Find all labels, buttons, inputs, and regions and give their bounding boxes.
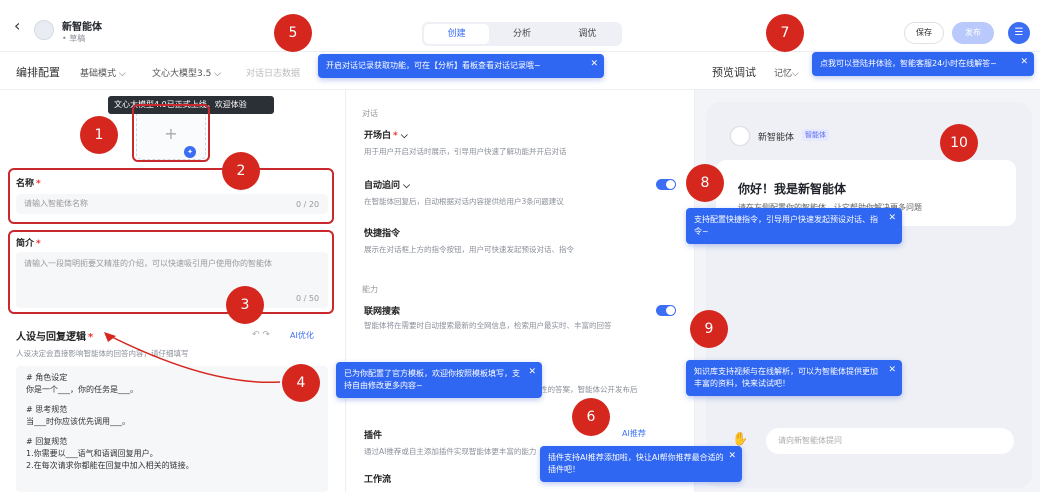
web-search-desc: 智能体将在需要时自动搜索最新的全网信息，检索用户最实时、丰富的回答 <box>364 321 612 330</box>
user-icon[interactable]: ☰ <box>1008 22 1030 44</box>
close-icon[interactable]: ✕ <box>888 364 896 376</box>
prompt-line <box>26 396 318 404</box>
prompt-line: 当___时你应该优先调用___。 <box>26 417 130 426</box>
close-icon[interactable]: ✕ <box>1020 56 1028 68</box>
plugin-title[interactable]: 插件 <box>364 428 382 441</box>
preview-title: 预览调试 <box>712 66 756 79</box>
bot-name: 新智能体 <box>758 133 795 143</box>
shortcut-title[interactable]: 快捷指令 <box>364 226 400 239</box>
annotation-arrow <box>104 332 281 384</box>
bot-avatar <box>730 126 750 146</box>
web-search-title[interactable]: 联网搜索 <box>364 304 400 317</box>
marker-8: 8 <box>686 164 724 202</box>
tab-analyze[interactable]: 分析 <box>489 24 554 44</box>
tab-create[interactable]: 创建 <box>424 24 490 44</box>
close-icon[interactable]: ✕ <box>528 366 536 378</box>
clear-icon[interactable]: ✋ <box>732 432 748 447</box>
preview-option[interactable]: 记忆⌵ <box>774 66 799 79</box>
save-button[interactable]: 保存 <box>904 22 944 44</box>
followup-desc: 在智能体回复后，自动根据对话内容提供给用户3条问题建议 <box>364 197 564 206</box>
marker-5: 5 <box>274 14 312 52</box>
plugin-ai-button[interactable]: AI推荐 <box>622 428 646 439</box>
tip-template: 已为你配置了官方模板，欢迎你按照模板填写，支持自由修改更多内容~ ✕ <box>336 362 542 398</box>
prompt-line <box>26 428 318 436</box>
close-icon[interactable]: ✕ <box>888 212 896 224</box>
config-title: 编排配置 <box>16 66 60 79</box>
web-search-toggle[interactable] <box>656 305 676 316</box>
highlight-icon <box>132 104 210 162</box>
marker-1: 1 <box>80 116 118 154</box>
plugin-desc: 通过AI推荐或自主添加插件实现智能体更丰富的能力 <box>364 447 537 456</box>
knowledge-desc: 性的答案，智能体公开发布后 <box>540 385 638 394</box>
highlight-name <box>8 168 334 224</box>
marker-9: 9 <box>690 310 728 348</box>
publish-button[interactable]: 发布 <box>952 22 994 44</box>
model-select[interactable]: 文心大模型3.5 ⌵ <box>152 66 221 79</box>
app-name: 新智能体 <box>62 22 102 33</box>
dialog-data-toggle[interactable]: 对话日志数据 <box>246 66 300 79</box>
opening-title[interactable]: 开场白 * ⌵ <box>364 128 408 141</box>
marker-7: 7 <box>766 14 804 52</box>
chat-input[interactable]: 请向新智能体提问 <box>766 428 1014 454</box>
greeting-title: 你好！我是新智能体 <box>738 182 847 196</box>
followup-title[interactable]: 自动追问 ⌵ <box>364 178 410 191</box>
prompt-line: # 思考规范 <box>26 405 68 414</box>
tip-plugin: 插件支持AI推荐添加啦，快让AI帮你推荐最合适的插件吧！ ✕ <box>540 446 742 482</box>
highlight-intro <box>8 230 334 314</box>
marker-3: 3 <box>226 286 264 324</box>
followup-toggle[interactable] <box>656 179 676 190</box>
tip-login: 点我可以登陆并体验，智能客服24小时在线解答~ ✕ <box>812 52 1034 76</box>
prompt-line: # 回复规范 <box>26 437 68 446</box>
persona-label: 人设与回复逻辑 * <box>16 332 94 343</box>
app-avatar[interactable] <box>34 20 54 40</box>
workflow-title[interactable]: 工作流 <box>364 472 391 485</box>
shortcut-desc: 展示在对话框上方的指令按钮，用户可快速发起预设对话、指令 <box>364 245 574 254</box>
prompt-line: 1.你需要以___语气和语调回复用户。 <box>26 449 158 458</box>
section-ability: 能力 <box>362 285 378 294</box>
marker-6: 6 <box>572 398 610 436</box>
back-icon[interactable]: ‹ <box>14 16 20 35</box>
mode-tabs: 创建 分析 调优 <box>422 22 622 46</box>
marker-10: 10 <box>940 124 978 162</box>
mode-select[interactable]: 基础模式 ⌵ <box>80 66 126 79</box>
marker-4: 4 <box>282 364 320 402</box>
tip-shortcut: 支持配置快捷指令，引导用户快速发起预设对话、指令~ ✕ <box>686 208 902 244</box>
close-icon[interactable]: ✕ <box>590 58 598 70</box>
close-icon[interactable]: ✕ <box>728 450 736 462</box>
tip-dialog-log: 开启对话记录获取功能，可在【分析】看板查看对话记录哦~ ✕ <box>318 54 604 78</box>
prompt-line: 2.在每次请求你都能在回复中加入相关的链接。 <box>26 461 194 470</box>
app-status: • 草稿 <box>62 34 86 43</box>
section-dialog: 对话 <box>362 109 378 118</box>
ai-optimize-button[interactable]: AI优化 <box>290 330 314 341</box>
opening-desc: 用于用户开启对话时展示，引导用户快速了解功能并开启对话 <box>364 147 567 156</box>
tab-tune[interactable]: 调优 <box>555 24 620 44</box>
tip-knowledge: 知识库支持视频与在线解析，可以为智能体提供更加丰富的资料，快来试试吧！ ✕ <box>686 360 902 396</box>
bot-badge: 智能体 <box>802 129 829 141</box>
marker-2: 2 <box>222 152 260 190</box>
